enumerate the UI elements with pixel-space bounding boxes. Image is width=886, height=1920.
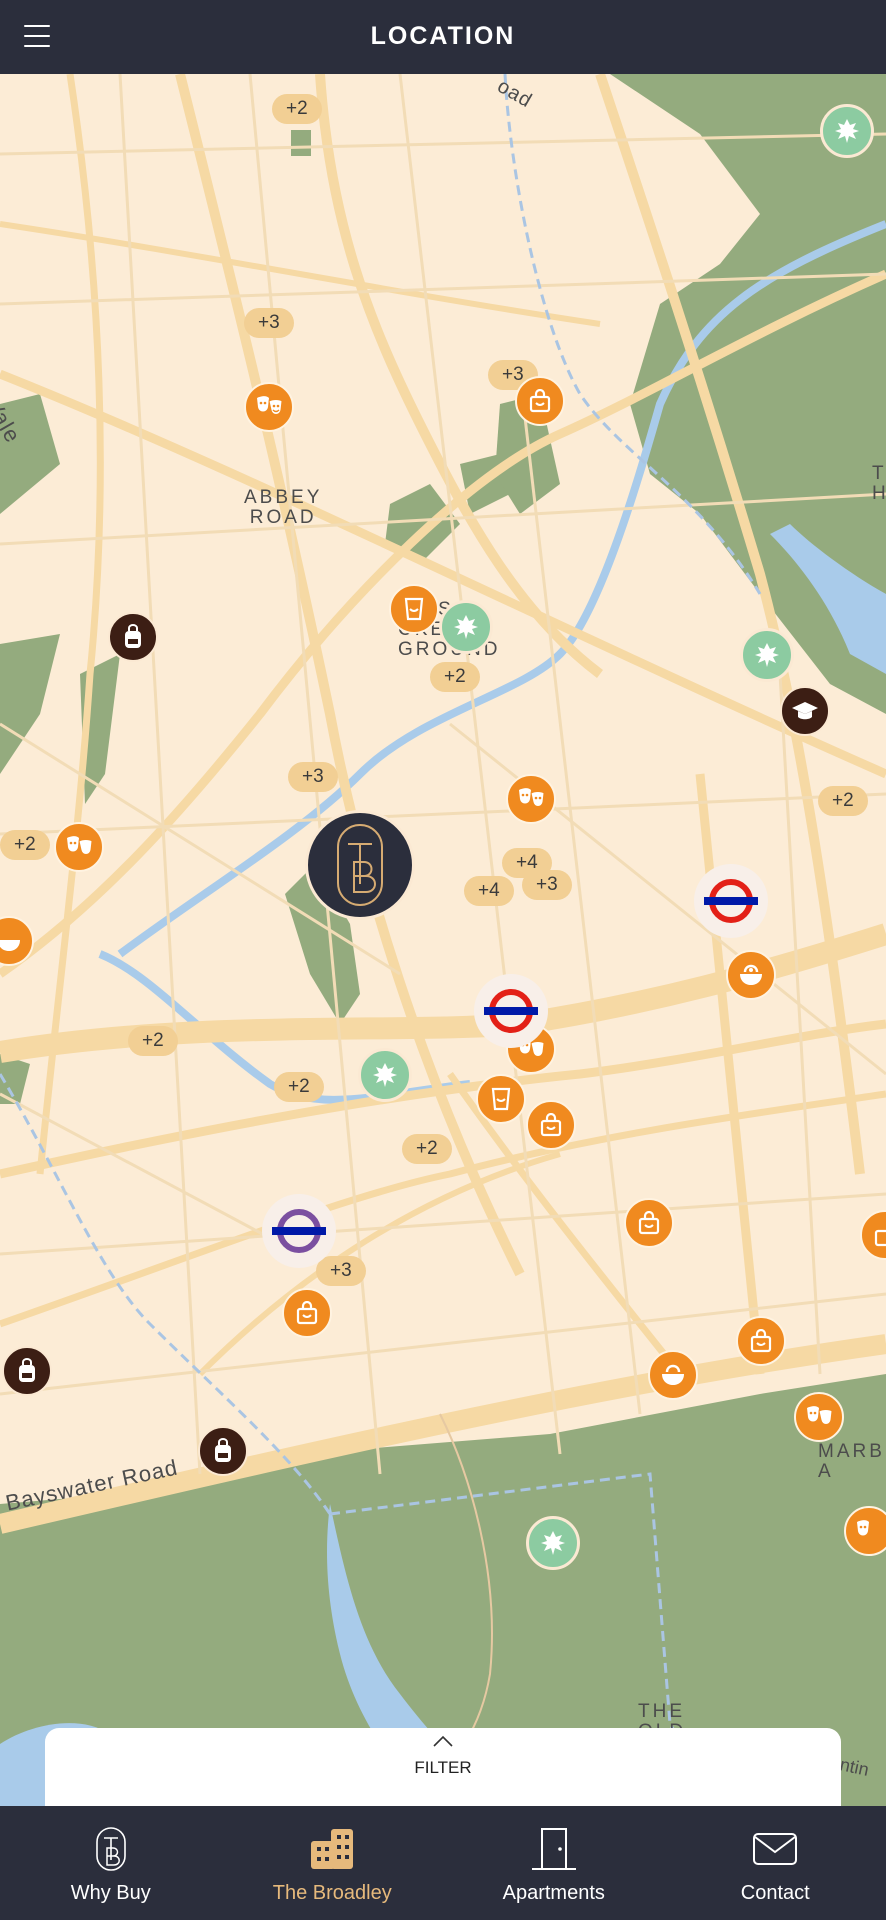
park-marker[interactable] — [820, 104, 874, 158]
school-bag-icon — [125, 624, 141, 648]
theatre-marker[interactable] — [794, 1392, 844, 1442]
tab-apartments[interactable]: Apartments — [443, 1806, 665, 1920]
map-label-abbey-road: ABBEY ROAD — [244, 487, 323, 528]
tb-logo-icon — [86, 1826, 136, 1872]
underground-station-marker[interactable] — [474, 974, 548, 1048]
cluster-badge[interactable]: +3 — [316, 1256, 366, 1286]
page-title: LOCATION — [370, 22, 516, 50]
pint-glass-icon — [404, 597, 424, 621]
shopping-bag-icon — [874, 1229, 886, 1247]
shopping-marker[interactable] — [624, 1198, 674, 1248]
shopping-marker[interactable] — [282, 1288, 332, 1338]
restaurant-marker[interactable] — [648, 1350, 698, 1400]
shopping-bag-icon — [529, 389, 551, 413]
school-marker[interactable] — [198, 1426, 248, 1476]
tab-label: The Broadley — [272, 1882, 392, 1904]
graduation-cap-icon — [792, 702, 818, 720]
map-base — [0, 74, 886, 1806]
elizabeth-line-station-marker[interactable] — [262, 1194, 336, 1268]
envelope-icon — [750, 1826, 800, 1872]
school-marker[interactable] — [2, 1346, 52, 1396]
cluster-badge[interactable]: +4 — [464, 876, 514, 906]
underground-roundel-icon — [704, 879, 758, 923]
pub-marker[interactable] — [389, 584, 439, 634]
pint-glass-icon — [491, 1087, 511, 1111]
cluster-badge[interactable]: +3 — [522, 870, 572, 900]
chevron-up-icon — [433, 1735, 453, 1747]
bottom-tab-bar: Why Buy The Broadley Apartments Contact — [0, 1806, 886, 1920]
theatre-icon — [257, 396, 283, 415]
shopping-bag-icon — [540, 1113, 562, 1137]
shopping-marker[interactable] — [736, 1316, 786, 1366]
map-label-edge: TH — [872, 463, 886, 504]
top-bar: LOCATION — [0, 0, 886, 74]
theatre-marker[interactable] — [54, 822, 104, 872]
underground-roundel-icon — [484, 989, 538, 1033]
shopping-bag-icon — [750, 1329, 772, 1353]
cluster-badge[interactable]: +2 — [274, 1072, 324, 1102]
theatre-icon — [519, 788, 545, 807]
food-bowl-icon — [740, 964, 762, 985]
theatre-icon — [67, 836, 93, 855]
tab-contact[interactable]: Contact — [665, 1806, 886, 1920]
park-leaf-icon — [454, 615, 478, 639]
school-bag-icon — [19, 1358, 35, 1382]
park-leaf-icon — [755, 643, 779, 667]
school-bag-icon — [215, 1438, 231, 1462]
park-leaf-icon — [373, 1063, 397, 1087]
map-view[interactable]: ABBEYROAD RD'SCKETGROUND Bayswater Road … — [0, 74, 886, 1806]
cluster-badge[interactable]: +2 — [128, 1026, 178, 1056]
filter-button[interactable]: FILTER — [45, 1728, 841, 1818]
tb-logo-icon — [337, 824, 383, 906]
park-leaf-icon — [835, 119, 859, 143]
tab-why-buy[interactable]: Why Buy — [0, 1806, 222, 1920]
map-label-marble-arch: MARB A — [818, 1441, 885, 1482]
food-bowl-icon — [662, 1364, 684, 1385]
door-icon — [529, 1826, 579, 1872]
school-marker[interactable] — [108, 612, 158, 662]
cluster-badge[interactable]: +2 — [402, 1134, 452, 1164]
tab-label: Why Buy — [70, 1882, 151, 1904]
cluster-badge[interactable]: +2 — [430, 662, 480, 692]
elizabeth-line-roundel-icon — [272, 1209, 326, 1253]
tab-label: Contact — [740, 1882, 810, 1904]
theatre-marker[interactable] — [844, 1506, 886, 1556]
cluster-badge[interactable]: +3 — [244, 308, 294, 338]
cluster-badge[interactable]: +2 — [818, 786, 868, 816]
park-leaf-icon — [541, 1531, 565, 1555]
underground-station-marker[interactable] — [694, 864, 768, 938]
shopping-marker[interactable] — [515, 376, 565, 426]
cluster-badge[interactable]: +3 — [288, 762, 338, 792]
filter-label: FILTER — [414, 1758, 472, 1777]
buildings-icon — [307, 1826, 357, 1872]
theatre-icon — [857, 1520, 869, 1536]
shopping-marker[interactable] — [526, 1100, 576, 1150]
park-marker[interactable] — [740, 628, 794, 682]
tab-the-broadley[interactable]: The Broadley — [222, 1806, 444, 1920]
cluster-badge[interactable]: +2 — [0, 830, 50, 860]
park-marker[interactable] — [526, 1516, 580, 1570]
park-marker[interactable] — [358, 1048, 412, 1102]
development-location-marker[interactable] — [305, 810, 415, 920]
park-marker[interactable] — [439, 600, 493, 654]
food-bowl-icon — [0, 940, 20, 951]
shopping-bag-icon — [296, 1301, 318, 1325]
cluster-badge[interactable]: +2 — [272, 94, 322, 124]
tab-label: Apartments — [502, 1882, 605, 1904]
restaurant-marker[interactable] — [726, 950, 776, 1000]
university-marker[interactable] — [780, 686, 830, 736]
theatre-marker[interactable] — [506, 774, 556, 824]
theatre-icon — [807, 1406, 833, 1425]
shopping-bag-icon — [638, 1211, 660, 1235]
theatre-marker[interactable] — [244, 382, 294, 432]
pub-marker[interactable] — [476, 1074, 526, 1124]
